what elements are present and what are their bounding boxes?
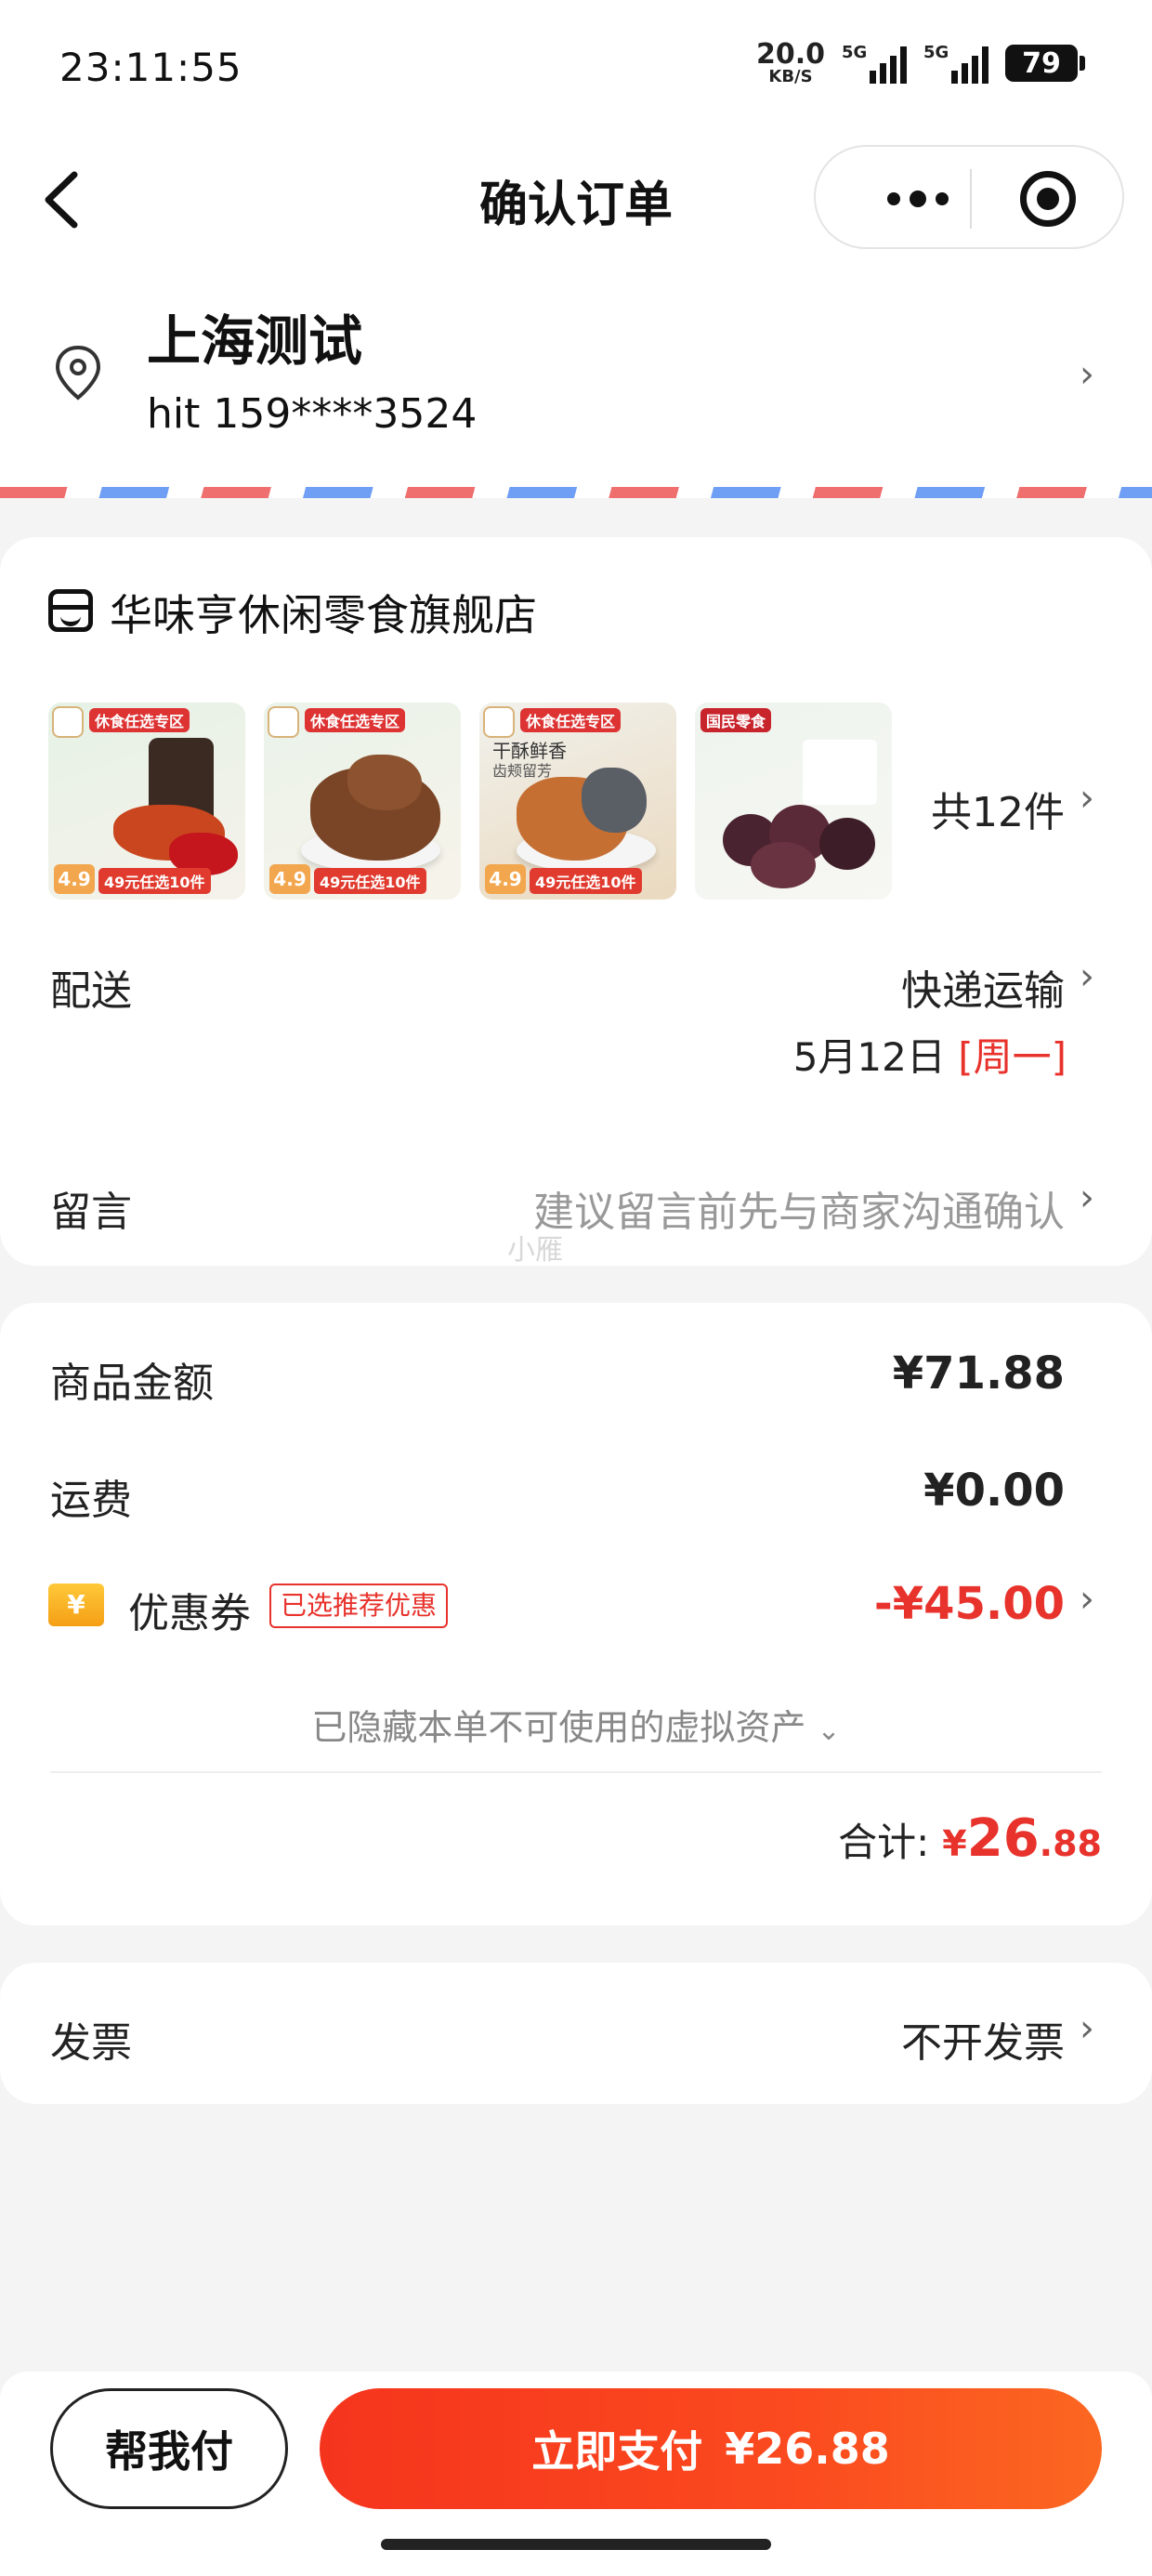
hidden-assets-toggle[interactable]: 已隐藏本单不可使用的虚拟资产 ⌄ <box>0 1699 1152 1750</box>
product-thumbnail[interactable]: 国民零食 <box>695 703 892 900</box>
address-phone: hit 159****3524 <box>147 390 478 438</box>
product-tag: 休食任选专区 <box>520 708 622 732</box>
chevron-right-icon: › <box>1080 1176 1094 1219</box>
chevron-right-icon: › <box>1080 955 1094 998</box>
hidden-assets-text: 已隐藏本单不可使用的虚拟资产 <box>311 1707 806 1748</box>
goods-amount-label: 商品金额 <box>50 1360 214 1407</box>
status-time: 23:11:55 <box>59 45 242 90</box>
coupon-badge: 已选推荐优惠 <box>269 1584 449 1628</box>
invoice-card[interactable]: 发票 不开发票 › <box>0 1963 1152 2104</box>
divider <box>50 1771 1102 1773</box>
more-options-icon[interactable] <box>862 175 974 223</box>
invoice-label: 发票 <box>50 2019 132 2067</box>
delivery-method[interactable]: 快递运输 <box>901 957 1065 1017</box>
location-pin-icon <box>55 345 101 401</box>
pay-now-label: 立即支付 <box>531 2426 703 2477</box>
signal-icon: 5G <box>923 43 988 84</box>
store-card: 华味亨休闲零食旗舰店 休食任选专区 4.9 49元任选10件 休食任选专区 4.… <box>0 537 1152 1267</box>
product-promo: 49元任选10件 <box>530 868 642 894</box>
home-indicator[interactable] <box>381 2539 771 2550</box>
total-currency: ¥ <box>942 1823 967 1864</box>
coupon-label: 优惠券 <box>128 1590 251 1637</box>
signal-icon: 5G <box>842 43 907 84</box>
delivery-label: 配送 <box>50 967 132 1015</box>
delivery-date: 5月12日 [周一] <box>793 1026 1067 1083</box>
product-rating: 4.9 <box>485 864 526 894</box>
product-promo: 49元任选10件 <box>98 868 211 894</box>
bottom-action-bar: 帮我付 立即支付 ¥26.88 <box>0 2372 1152 2576</box>
store-name: 华味亨休闲零食旗舰店 <box>110 590 537 640</box>
total-label: 合计: <box>838 1820 930 1865</box>
message-hint[interactable]: 建议留言前先与商家沟通确认 <box>533 1178 1065 1238</box>
delivery-weekday: [周一] <box>958 1034 1067 1080</box>
total-row: 合计: ¥ 26 .88 <box>838 1808 1102 1869</box>
product-rating: 4.9 <box>269 864 310 894</box>
pay-now-button[interactable]: 立即支付 ¥26.88 <box>320 2388 1102 2509</box>
total-decimal: .88 <box>1039 1823 1102 1864</box>
chevron-down-icon: ⌄ <box>817 1715 841 1747</box>
message-watermark: 小雁 <box>507 1234 563 1267</box>
help-me-pay-button[interactable]: 帮我付 <box>50 2388 288 2509</box>
network-speed-value: 20.0 <box>755 38 825 71</box>
shipping-value: ¥0.00 <box>923 1465 1065 1517</box>
airmail-stripe <box>0 487 1152 498</box>
product-tag: 国民零食 <box>700 708 772 732</box>
brand-logo-icon <box>483 706 515 738</box>
store-icon <box>48 589 93 632</box>
product-subtext: 齿颊留芳 <box>492 762 553 780</box>
chevron-right-icon: › <box>1080 777 1094 820</box>
chevron-right-icon: › <box>1080 2007 1094 2050</box>
delivery-date-text: 5月12日 <box>792 1034 946 1080</box>
product-tag: 休食任选专区 <box>305 708 406 732</box>
coupon-icon: ¥ <box>48 1584 104 1626</box>
goods-amount-value: ¥71.88 <box>892 1347 1065 1400</box>
message-label: 留言 <box>50 1189 132 1236</box>
signal-label: 5G <box>923 43 949 62</box>
total-integer: 26 <box>966 1808 1040 1869</box>
capsule-divider <box>970 169 972 229</box>
brand-logo-icon <box>52 706 84 738</box>
chevron-right-icon: › <box>1080 353 1094 396</box>
battery-icon: 79 <box>1005 45 1085 82</box>
network-speed: 20.0 KB/S <box>756 41 825 85</box>
pay-now-amount: ¥26.88 <box>725 2424 890 2474</box>
status-icons: 20.0 KB/S 5G 5G 79 <box>756 41 1085 85</box>
brand-logo-icon <box>268 706 299 738</box>
signal-label: 5G <box>842 43 868 62</box>
coupon-value: -¥45.00 <box>873 1578 1065 1630</box>
product-promo: 49元任选10件 <box>314 868 426 894</box>
product-thumbnail[interactable]: 休食任选专区 4.9 49元任选10件 <box>264 703 461 900</box>
invoice-value: 不开发票 <box>901 2019 1065 2067</box>
product-thumbnail[interactable]: 休食任选专区 4.9 49元任选10件 <box>48 703 245 900</box>
product-thumbnail[interactable]: 休食任选专区 干酥鲜香 齿颊留芳 4.9 49元任选10件 <box>479 703 676 900</box>
mini-program-capsule <box>814 145 1124 249</box>
chevron-right-icon: › <box>1080 1578 1094 1621</box>
close-target-icon[interactable] <box>1020 171 1076 227</box>
item-count[interactable]: 共12件 <box>931 779 1065 838</box>
product-tag: 休食任选专区 <box>89 708 190 732</box>
network-speed-unit: KB/S <box>768 67 813 86</box>
price-card: 商品金额 ¥71.88 运费 ¥0.00 ¥ 优惠券 已选推荐优惠 -¥45.0… <box>0 1303 1152 1925</box>
address-name: 上海测试 <box>147 309 363 373</box>
shipping-label: 运费 <box>50 1477 132 1524</box>
product-rating: 4.9 <box>54 864 95 894</box>
